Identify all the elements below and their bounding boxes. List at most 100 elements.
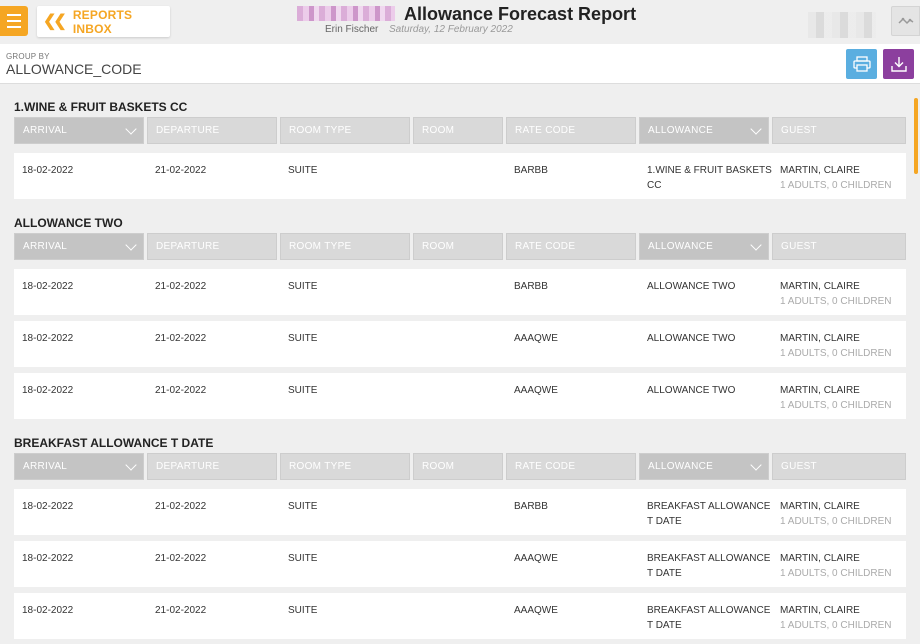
column-header-allowance[interactable]: ALLOWANCE — [639, 453, 769, 480]
chevron-down-icon — [125, 123, 137, 135]
scrollbar-thumb[interactable] — [914, 98, 918, 174]
report-date: Saturday, 12 February 2022 — [389, 24, 513, 35]
allowance-cell: ALLOWANCE TWO — [647, 331, 735, 346]
column-header-label: GUEST — [781, 125, 817, 136]
table-row[interactable]: 18-02-2022 21-02-2022 SUITE AAAQWE BREAKFAST… — [14, 593, 906, 639]
room-type-cell: SUITE — [288, 501, 318, 512]
column-header-guest[interactable]: GUEST — [772, 233, 906, 260]
column-header-label: ROOM — [422, 241, 455, 252]
column-header-label: GUEST — [781, 241, 817, 252]
guest-occupancy: 1 ADULTS, 0 CHILDREN — [780, 568, 892, 579]
hotel-logo — [297, 6, 395, 21]
departure-cell: 21-02-2022 — [155, 281, 207, 292]
column-header-guest[interactable]: GUEST — [772, 453, 906, 480]
allowance-cell: 1.WINE & FRUIT BASKETS CC — [647, 163, 772, 193]
column-header-label: DEPARTURE — [156, 241, 220, 252]
activity-icon — [897, 17, 913, 25]
column-header-label: ROOM — [422, 125, 455, 136]
allowance-line: ALLOWANCE TWO — [647, 333, 736, 344]
column-header-rate-code[interactable]: RATE CODE — [506, 233, 636, 260]
table-row[interactable]: 18-02-2022 21-02-2022 SUITE BARBB ALLOWANCE … — [14, 269, 906, 315]
arrival-cell: 18-02-2022 — [22, 553, 74, 564]
download-button[interactable] — [883, 49, 914, 79]
table-row[interactable]: 18-02-2022 21-02-2022 SUITE BARBB 1.WINE & F… — [14, 153, 906, 199]
guest-cell: MARTIN, CLAIRE 1 ADULTS, 0 CHILDREN — [780, 499, 892, 529]
departure-cell: 21-02-2022 — [155, 605, 207, 616]
guest-cell: MARTIN, CLAIRE 1 ADULTS, 0 CHILDREN — [780, 163, 892, 193]
column-header-room-type[interactable]: ROOM TYPE — [280, 453, 410, 480]
allowance-line: T DATE — [647, 620, 682, 631]
column-header-rate-code[interactable]: RATE CODE — [506, 453, 636, 480]
report-group: 1.WINE & FRUIT BASKETS CC ARRIVAL DEPARTUR… — [0, 85, 914, 199]
allowance-cell: BREAKFAST ALLOWANCE T DATE — [647, 499, 770, 529]
reports-inbox-button[interactable]: ❮❮ REPORTS INBOX — [37, 6, 170, 37]
column-header-arrival[interactable]: ARRIVAL — [14, 117, 144, 144]
group-by-label: GROUP BY — [6, 52, 50, 61]
arrival-cell: 18-02-2022 — [22, 281, 74, 292]
hamburger-icon-line — [7, 14, 21, 16]
chevron-down-icon — [125, 239, 137, 251]
activity-button[interactable] — [891, 6, 920, 36]
guest-name: MARTIN, CLAIRE — [780, 333, 860, 344]
allowance-line: BREAKFAST ALLOWANCE — [647, 605, 771, 616]
column-header-room[interactable]: ROOM — [413, 453, 503, 480]
print-button[interactable] — [846, 49, 877, 79]
column-header-room-type[interactable]: ROOM TYPE — [280, 233, 410, 260]
rate-code-cell: AAAQWE — [514, 553, 558, 564]
column-header-label: ARRIVAL — [23, 241, 68, 252]
column-header-label: ROOM TYPE — [289, 241, 352, 252]
column-header-label: DEPARTURE — [156, 125, 220, 136]
allowance-line: T DATE — [647, 568, 682, 579]
avatar[interactable] — [808, 12, 876, 38]
column-header-rate-code[interactable]: RATE CODE — [506, 117, 636, 144]
room-type-cell: SUITE — [288, 385, 318, 396]
arrival-cell: 18-02-2022 — [22, 385, 74, 396]
guest-cell: MARTIN, CLAIRE 1 ADULTS, 0 CHILDREN — [780, 551, 892, 581]
guest-name: MARTIN, CLAIRE — [780, 165, 860, 176]
departure-cell: 21-02-2022 — [155, 385, 207, 396]
print-icon — [852, 56, 871, 72]
guest-name: MARTIN, CLAIRE — [780, 553, 860, 564]
table-header: ARRIVAL DEPARTURE ROOM TYPE ROOM RATE CODE AL… — [0, 233, 914, 263]
chevron-down-icon — [750, 123, 762, 135]
rate-code-cell: AAAQWE — [514, 333, 558, 344]
group-title: BREAKFAST ALLOWANCE T DATE — [14, 436, 214, 450]
double-chevron-left-icon: ❮❮ — [43, 12, 67, 30]
hamburger-icon-line — [7, 20, 21, 22]
column-header-allowance[interactable]: ALLOWANCE — [639, 233, 769, 260]
allowance-line: BREAKFAST ALLOWANCE — [647, 553, 771, 564]
guest-cell: MARTIN, CLAIRE 1 ADULTS, 0 CHILDREN — [780, 603, 892, 633]
allowance-cell: BREAKFAST ALLOWANCE T DATE — [647, 603, 770, 633]
guest-cell: MARTIN, CLAIRE 1 ADULTS, 0 CHILDREN — [780, 331, 892, 361]
allowance-line: ALLOWANCE TWO — [647, 281, 736, 292]
arrival-cell: 18-02-2022 — [22, 501, 74, 512]
allowance-line: BREAKFAST ALLOWANCE — [647, 501, 771, 512]
column-header-guest[interactable]: GUEST — [772, 117, 906, 144]
table-row[interactable]: 18-02-2022 21-02-2022 SUITE AAAQWE ALLOWANCE… — [14, 321, 906, 367]
column-header-label: RATE CODE — [515, 461, 576, 472]
column-header-arrival[interactable]: ARRIVAL — [14, 453, 144, 480]
column-header-arrival[interactable]: ARRIVAL — [14, 233, 144, 260]
guest-occupancy: 1 ADULTS, 0 CHILDREN — [780, 296, 892, 307]
column-header-departure[interactable]: DEPARTURE — [147, 117, 277, 144]
column-header-departure[interactable]: DEPARTURE — [147, 453, 277, 480]
column-header-label: ROOM TYPE — [289, 125, 352, 136]
column-header-room[interactable]: ROOM — [413, 233, 503, 260]
hamburger-menu-button[interactable] — [0, 6, 28, 36]
report-group: ALLOWANCE TWO ARRIVAL DEPARTURE ROOM TYPE RO… — [0, 201, 914, 419]
table-row[interactable]: 18-02-2022 21-02-2022 SUITE AAAQWE ALLOWANCE… — [14, 373, 906, 419]
report-content[interactable]: 1.WINE & FRUIT BASKETS CC ARRIVAL DEPARTUR… — [0, 85, 914, 644]
group-by-value[interactable]: ALLOWANCE_CODE — [6, 61, 142, 77]
column-header-allowance[interactable]: ALLOWANCE — [639, 117, 769, 144]
departure-cell: 21-02-2022 — [155, 501, 207, 512]
column-header-departure[interactable]: DEPARTURE — [147, 233, 277, 260]
column-header-room-type[interactable]: ROOM TYPE — [280, 117, 410, 144]
departure-cell: 21-02-2022 — [155, 553, 207, 564]
column-header-room[interactable]: ROOM — [413, 117, 503, 144]
allowance-cell: ALLOWANCE TWO — [647, 279, 735, 294]
table-row[interactable]: 18-02-2022 21-02-2022 SUITE AAAQWE BREAKFAST… — [14, 541, 906, 587]
allowance-cell: ALLOWANCE TWO — [647, 383, 735, 398]
departure-cell: 21-02-2022 — [155, 165, 207, 176]
table-row[interactable]: 18-02-2022 21-02-2022 SUITE BARBB BREAKFAST … — [14, 489, 906, 535]
user-name: Erin Fischer — [325, 24, 379, 35]
